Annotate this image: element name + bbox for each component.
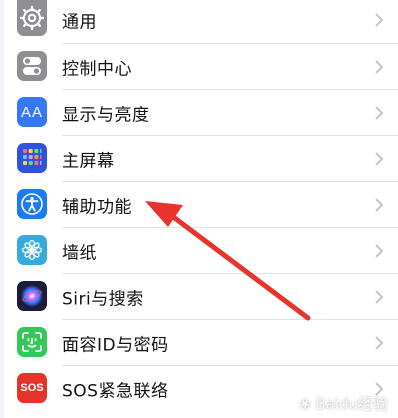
sos-icon-glyph: SOS	[20, 382, 44, 394]
chevron-right-icon	[375, 244, 384, 258]
home-grid-icon	[17, 143, 47, 173]
chevron-right-icon	[375, 60, 384, 74]
settings-row-label: 主屏幕	[62, 151, 115, 172]
chevron-right-icon	[375, 152, 384, 166]
chevron-right-icon	[375, 198, 384, 212]
settings-row-label: 面容ID与密码	[62, 335, 169, 356]
toggles-icon	[17, 51, 47, 81]
siri-icon	[17, 281, 47, 311]
settings-list: 通用 控制中心 AA 显示与亮度 主屏幕 辅助功能 墙纸 Siri与搜索 面容I…	[0, 0, 398, 412]
text-size-icon-glyph: AA	[20, 103, 43, 121]
settings-row-label: 墙纸	[62, 243, 97, 264]
watermark-text: Baidu经验	[315, 395, 388, 413]
flower-icon	[17, 235, 47, 265]
settings-row-siri-search[interactable]: Siri与搜索	[0, 274, 398, 320]
gear-icon	[17, 0, 47, 36]
settings-row-label: 显示与亮度	[62, 105, 150, 126]
paw-icon: ❀	[298, 395, 312, 413]
face-id-icon	[17, 327, 47, 357]
chevron-right-icon	[375, 290, 384, 304]
settings-row-control-center[interactable]: 控制中心	[0, 44, 398, 90]
chevron-right-icon	[375, 106, 384, 120]
settings-row-general[interactable]: 通用	[0, 0, 398, 44]
settings-row-display-brightness[interactable]: AA 显示与亮度	[0, 90, 398, 136]
settings-row-label: 通用	[62, 12, 97, 33]
settings-row-label: Siri与搜索	[62, 289, 144, 310]
settings-row-wallpaper[interactable]: 墙纸	[0, 228, 398, 274]
chevron-right-icon	[375, 13, 384, 27]
settings-row-face-id-passcode[interactable]: 面容ID与密码	[0, 320, 398, 366]
accessibility-icon	[17, 189, 47, 219]
sos-icon: SOS	[17, 373, 47, 403]
settings-row-label: 控制中心	[62, 59, 132, 80]
settings-row-label: 辅助功能	[62, 197, 132, 218]
settings-row-home-screen[interactable]: 主屏幕	[0, 136, 398, 182]
settings-row-accessibility[interactable]: 辅助功能	[0, 182, 398, 228]
chevron-right-icon	[375, 336, 384, 350]
settings-row-label: SOS紧急联络	[62, 381, 169, 402]
text-size-icon: AA	[17, 97, 47, 127]
watermark: ❀ Baidu经验	[299, 393, 388, 414]
